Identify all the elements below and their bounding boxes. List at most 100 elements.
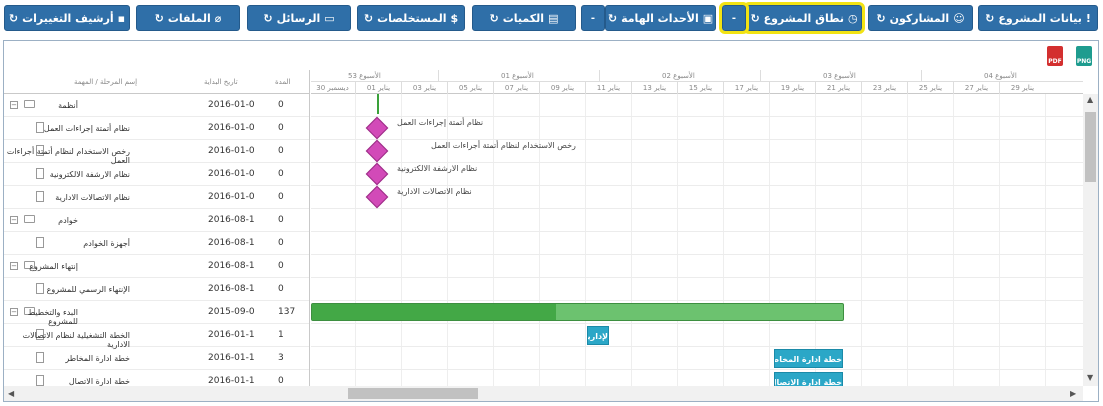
task-duration: 137	[278, 307, 296, 317]
task-start-date: 2015-09-0	[208, 307, 255, 317]
table-icon: ▤	[548, 11, 559, 25]
refresh-icon: ↻	[363, 11, 374, 25]
milestones-dropdown[interactable]: -	[581, 5, 605, 31]
task-row[interactable]: خطة ادارة المخاطر 2016-01-1 3	[4, 347, 309, 370]
document-icon	[36, 237, 44, 248]
grid-column-line	[493, 94, 494, 386]
day-cell: يناير 23	[861, 82, 907, 94]
scroll-left-icon[interactable]: ◀	[8, 389, 14, 398]
task-row[interactable]: − خوادم 2016-08-1 0	[4, 209, 309, 232]
project-data-button[interactable]: ! بيانات المشروع ↻	[978, 5, 1098, 31]
refresh-icon: ↻	[489, 11, 499, 25]
task-bar[interactable]: خطة ادارة المخاطر	[774, 349, 843, 368]
scroll-down-icon[interactable]: ▼	[1087, 373, 1093, 382]
clock-icon: ◷	[847, 11, 858, 25]
summary-progress-fill	[312, 304, 557, 320]
caret-icon: -	[731, 12, 737, 24]
grid-row-line	[311, 208, 1083, 209]
task-name: خطة ادارة الاتصال	[68, 377, 130, 386]
extracts-button[interactable]: $ المستخلصات ↻	[357, 5, 465, 31]
day-cell: يناير 25	[907, 82, 953, 94]
task-row[interactable]: الخطة التشغيلية لنظام الاتصالات الادارية…	[4, 324, 309, 349]
column-start-header[interactable]: تاريخ البداية	[204, 78, 238, 86]
task-row[interactable]: نظام الارشفة الالكترونية 2016-01-0 0	[4, 163, 309, 186]
task-start-date: 2016-01-0	[208, 146, 255, 156]
grid-column-line	[631, 94, 632, 386]
milestones-button[interactable]: ▣ الأحداث الهامة ↻	[605, 5, 716, 31]
milestone-label: نظام الارشفة الالكترونية	[397, 164, 478, 173]
summary-task-bar[interactable]	[311, 303, 844, 321]
horizontal-scrollbar[interactable]	[4, 386, 1083, 401]
task-bar[interactable]: لإدارية	[587, 326, 609, 345]
png-export-icon[interactable]: PNG	[1076, 46, 1092, 66]
task-duration: 0	[278, 261, 284, 271]
week-label: الأسبوع 02	[662, 72, 695, 80]
scroll-up-icon[interactable]: ▲	[1087, 95, 1093, 104]
task-row[interactable]: − أنظمة 2016-01-0 0	[4, 94, 309, 117]
week-label: الأسبوع 04	[984, 72, 1017, 80]
task-row[interactable]: خطة ادارة الاتصال 2016-01-1 0	[4, 370, 309, 386]
collapse-toggle-icon[interactable]: −	[10, 216, 18, 224]
milestone-diamond[interactable]	[365, 139, 389, 163]
task-start-date: 2016-01-0	[208, 123, 255, 133]
grid-column-line	[677, 94, 678, 386]
quantities-label: الكميات	[502, 11, 545, 25]
dollar-icon: $	[450, 11, 459, 25]
document-icon	[36, 191, 44, 202]
task-name: خوادم	[58, 216, 78, 225]
task-row[interactable]: نظام الاتصالات الادارية 2016-01-0 0	[4, 186, 309, 209]
task-row[interactable]: رخص الاستخدام لنظام أتمتة أجراءات العمل 2…	[4, 140, 309, 165]
task-start-date: 2016-08-1	[208, 215, 255, 225]
task-name: نظام أتمتة إجراءات العمل	[43, 124, 130, 133]
day-cell: يناير 21	[815, 82, 861, 94]
grid-row-line	[311, 346, 1083, 347]
participants-button[interactable]: ☺ المشاركون ↻	[868, 5, 973, 31]
task-start-date: 2016-01-1	[208, 330, 255, 340]
task-duration: 0	[278, 192, 284, 202]
day-cell: ديسمبر 30	[311, 82, 355, 94]
day-cell: يناير 11	[585, 82, 631, 94]
grid-column-line	[769, 94, 770, 386]
task-duration: 0	[278, 100, 284, 110]
milestone-label: رخص الاستخدام لنظام أتمتة أجراءات العمل	[431, 141, 576, 150]
task-duration: 0	[278, 284, 284, 294]
scroll-right-icon[interactable]: ▶	[1070, 389, 1076, 398]
task-row[interactable]: أجهزة الخوادم 2016-08-1 0	[4, 232, 309, 255]
task-row[interactable]: نظام أتمتة إجراءات العمل 2016-01-0 0	[4, 117, 309, 140]
grid-column-line	[1045, 94, 1046, 386]
vertical-scroll-thumb[interactable]	[1085, 112, 1096, 182]
project-scope-label: نطاق المشروع	[763, 11, 844, 25]
grid-column-line	[355, 94, 356, 386]
milestone-diamond[interactable]	[365, 116, 389, 140]
task-duration: 0	[278, 123, 284, 133]
task-row[interactable]: − إنتهاء المشروع 2016-08-1 0	[4, 255, 309, 278]
task-start-date: 2016-08-1	[208, 284, 255, 294]
folder-icon	[24, 215, 35, 223]
pdf-export-icon[interactable]: PDF	[1047, 46, 1063, 66]
project-scope-button[interactable]: ◷ نطاق المشروع ↻	[743, 2, 865, 34]
milestone-diamond[interactable]	[365, 162, 389, 186]
files-button[interactable]: ⌀ الملفات ↻	[136, 5, 240, 31]
grid-column-line	[907, 94, 908, 386]
milestone-diamond[interactable]	[365, 185, 389, 209]
quantities-button[interactable]: ▤ الكميات ↻	[472, 5, 576, 31]
collapse-toggle-icon[interactable]: −	[10, 262, 18, 270]
column-name-header[interactable]: إسم المرحلة / المهمة	[74, 78, 137, 86]
task-name: خطة ادارة المخاطر	[65, 354, 130, 363]
messages-button[interactable]: ▭ الرسائل ↻	[247, 5, 351, 31]
task-row[interactable]: الإنتهاء الرسمي للمشروع 2016-08-1 0	[4, 278, 309, 301]
change-archive-button[interactable]: ▪ أرشيف التغييرات ↻	[4, 5, 130, 31]
document-icon	[36, 283, 44, 294]
folder-icon	[24, 100, 35, 108]
task-duration: 0	[278, 215, 284, 225]
week-cell: الأسبوع 03	[760, 70, 921, 82]
task-row[interactable]: − البدء والتخطيط للمشروع 2015-09-0 137	[4, 301, 309, 326]
day-cell: يناير 01	[355, 82, 401, 94]
task-bar[interactable]: خطة ادارة الاتصال	[774, 372, 843, 386]
column-duration-header[interactable]: المدة	[275, 78, 290, 86]
archive-icon: ▪	[117, 11, 126, 25]
task-duration: 0	[278, 169, 284, 179]
project-scope-dropdown[interactable]: -	[719, 2, 749, 34]
collapse-toggle-icon[interactable]: −	[10, 101, 18, 109]
horizontal-scroll-thumb[interactable]	[348, 388, 478, 399]
